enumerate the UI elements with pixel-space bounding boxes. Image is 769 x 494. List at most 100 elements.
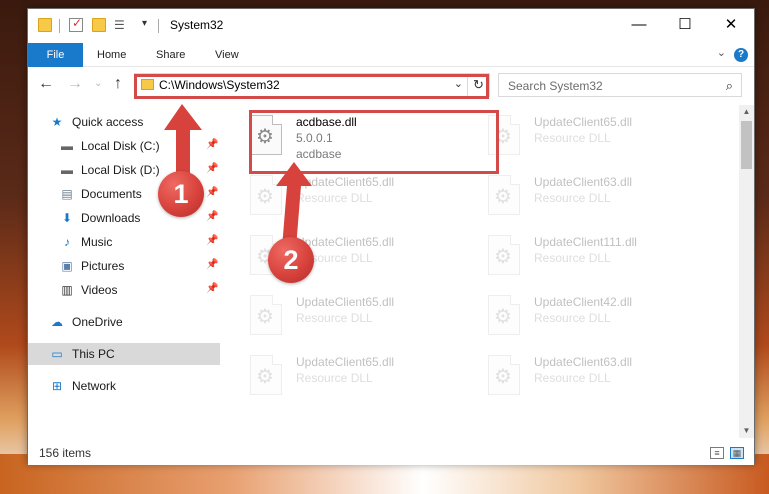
gear-icon: ⚙ xyxy=(494,306,512,328)
search-icon[interactable]: ⌕ xyxy=(726,78,733,94)
sidebar-item-music[interactable]: ♪ Music 📌 xyxy=(28,231,220,253)
forward-button[interactable]: → xyxy=(67,75,83,93)
gear-icon: ⚙ xyxy=(256,366,274,388)
maximize-button[interactable]: ☐ xyxy=(662,9,708,41)
sidebar-item-videos[interactable]: ▥ Videos 📌 xyxy=(28,279,220,301)
title-separator xyxy=(158,19,159,33)
file-name: UpdateClient65.dll xyxy=(296,295,395,309)
vertical-scrollbar[interactable]: ▲ ▼ xyxy=(739,105,754,438)
file-name: UpdateClient63.dll xyxy=(534,355,633,369)
sidebar-item-label: Documents xyxy=(81,187,142,201)
music-icon: ♪ xyxy=(64,235,70,249)
title-bar: ☰ ▾ System32 — ☐ ✕ xyxy=(28,9,754,41)
recent-locations-button[interactable]: ⌄ xyxy=(94,75,102,93)
pin-icon: 📌 xyxy=(206,283,219,294)
navigation-bar: ← → ⌄ ↑ C:\Windows\System32 ⌄ ↻ Search S… xyxy=(28,67,754,103)
sidebar-item-pictures[interactable]: ▣ Pictures 📌 xyxy=(28,255,220,277)
scroll-thumb[interactable] xyxy=(741,121,752,169)
tab-view[interactable]: View xyxy=(215,43,239,67)
status-bar: 156 items ≡ ▦ xyxy=(28,441,754,465)
sidebar-item-label: OneDrive xyxy=(72,315,123,329)
dll-file-icon: ⚙ xyxy=(488,235,520,275)
file-description: Resource DLL xyxy=(534,191,611,205)
sidebar-item-network[interactable]: ⊞ Network xyxy=(28,375,220,397)
new-folder-icon[interactable] xyxy=(92,18,106,32)
ribbon-tabs: File Home Share View ⌄ ? xyxy=(28,41,754,67)
drive-icon: ▬ xyxy=(61,163,73,177)
file-name: UpdateClient63.dll xyxy=(534,175,633,189)
search-input[interactable]: Search System32 ⌕ xyxy=(498,73,742,97)
tab-share[interactable]: Share xyxy=(156,43,185,67)
cloud-icon: ☁ xyxy=(51,315,63,329)
file-item[interactable]: ⚙ UpdateClient65.dll Resource DLL xyxy=(238,349,468,405)
file-description: Resource DLL xyxy=(534,251,611,265)
close-button[interactable]: ✕ xyxy=(708,9,754,41)
download-icon: ⬇ xyxy=(61,211,73,225)
dll-file-icon: ⚙ xyxy=(250,295,282,335)
file-name: UpdateClient42.dll xyxy=(534,295,633,309)
pin-icon: 📌 xyxy=(206,235,219,246)
file-explorer-window: ☰ ▾ System32 — ☐ ✕ File Home Share View … xyxy=(27,8,755,465)
file-name: UpdateClient65.dll xyxy=(296,355,395,369)
tab-file[interactable]: File xyxy=(28,43,83,67)
properties-icon[interactable] xyxy=(69,16,83,32)
file-item[interactable]: ⚙ UpdateClient65.dll Resource DLL xyxy=(238,289,468,345)
file-description: Resource DLL xyxy=(534,311,611,325)
customize-quick-access-icon[interactable]: ☰ xyxy=(114,18,128,32)
file-name: UpdateClient111.dll xyxy=(534,235,637,249)
file-description: Resource DLL xyxy=(534,371,611,385)
sidebar-item-label: Local Disk (C:) xyxy=(81,139,160,153)
search-placeholder: Search System32 xyxy=(508,79,603,93)
sidebar-item-label: Pictures xyxy=(81,259,125,273)
callout-badge-1: 1 xyxy=(158,171,204,217)
folder-icon xyxy=(38,18,52,32)
callout-badge-2: 2 xyxy=(268,237,314,283)
address-highlight-box xyxy=(134,74,489,99)
sidebar-item-label: Network xyxy=(72,379,117,393)
scroll-down-icon[interactable]: ▼ xyxy=(739,424,754,438)
title-separator xyxy=(59,19,60,33)
sidebar-item-label: This PC xyxy=(72,347,115,361)
chevron-down-icon[interactable]: ⌄ xyxy=(717,46,726,59)
gear-icon: ⚙ xyxy=(494,366,512,388)
sidebar-item-label: Downloads xyxy=(81,211,141,225)
sidebar-item-label: Videos xyxy=(81,283,118,297)
back-button[interactable]: ← xyxy=(38,75,54,93)
dll-file-icon: ⚙ xyxy=(488,295,520,335)
sidebar-item-label: Music xyxy=(81,235,113,249)
dll-file-icon: ⚙ xyxy=(488,355,520,395)
sidebar-item-label: Quick access xyxy=(72,115,144,129)
item-count: 156 items xyxy=(39,446,92,460)
file-item[interactable]: ⚙ UpdateClient65.dll Resource DLL xyxy=(476,109,706,165)
sidebar-item-this-pc[interactable]: ▭ This PC xyxy=(28,343,220,365)
pin-icon: 📌 xyxy=(206,259,219,270)
pin-icon: 📌 xyxy=(206,211,219,222)
gear-icon: ⚙ xyxy=(256,306,274,328)
scroll-up-icon[interactable]: ▲ xyxy=(739,105,754,119)
drive-icon: ▬ xyxy=(61,139,73,153)
details-view-icon[interactable]: ≡ xyxy=(710,447,724,459)
minimize-button[interactable]: — xyxy=(616,9,662,41)
file-item[interactable]: ⚙ UpdateClient42.dll Resource DLL xyxy=(476,289,706,345)
star-icon: ★ xyxy=(51,115,63,129)
documents-icon: ▤ xyxy=(61,187,73,201)
chevron-down-icon[interactable]: ▾ xyxy=(142,18,156,32)
help-button[interactable]: ? xyxy=(734,48,748,62)
tab-home[interactable]: Home xyxy=(97,43,126,67)
file-item[interactable]: ⚙ UpdateClient111.dll Resource DLL xyxy=(476,229,706,285)
computer-icon: ▭ xyxy=(51,347,63,361)
videos-icon: ▥ xyxy=(61,283,73,297)
sidebar-item-label: Local Disk (D:) xyxy=(81,163,160,177)
gear-icon: ⚙ xyxy=(494,186,512,208)
file-description: Resource DLL xyxy=(296,311,373,325)
file-item[interactable]: ⚙ UpdateClient63.dll Resource DLL xyxy=(476,169,706,225)
file-description: Resource DLL xyxy=(534,131,611,145)
sidebar-item-onedrive[interactable]: ☁ OneDrive xyxy=(28,311,220,333)
file-description: Resource DLL xyxy=(296,371,373,385)
gear-icon: ⚙ xyxy=(494,246,512,268)
up-button[interactable]: ↑ xyxy=(114,75,122,93)
file-item[interactable]: ⚙ UpdateClient63.dll Resource DLL xyxy=(476,349,706,405)
dll-file-icon: ⚙ xyxy=(488,175,520,215)
large-icons-view-icon[interactable]: ▦ xyxy=(730,447,744,459)
network-icon: ⊞ xyxy=(51,379,63,393)
